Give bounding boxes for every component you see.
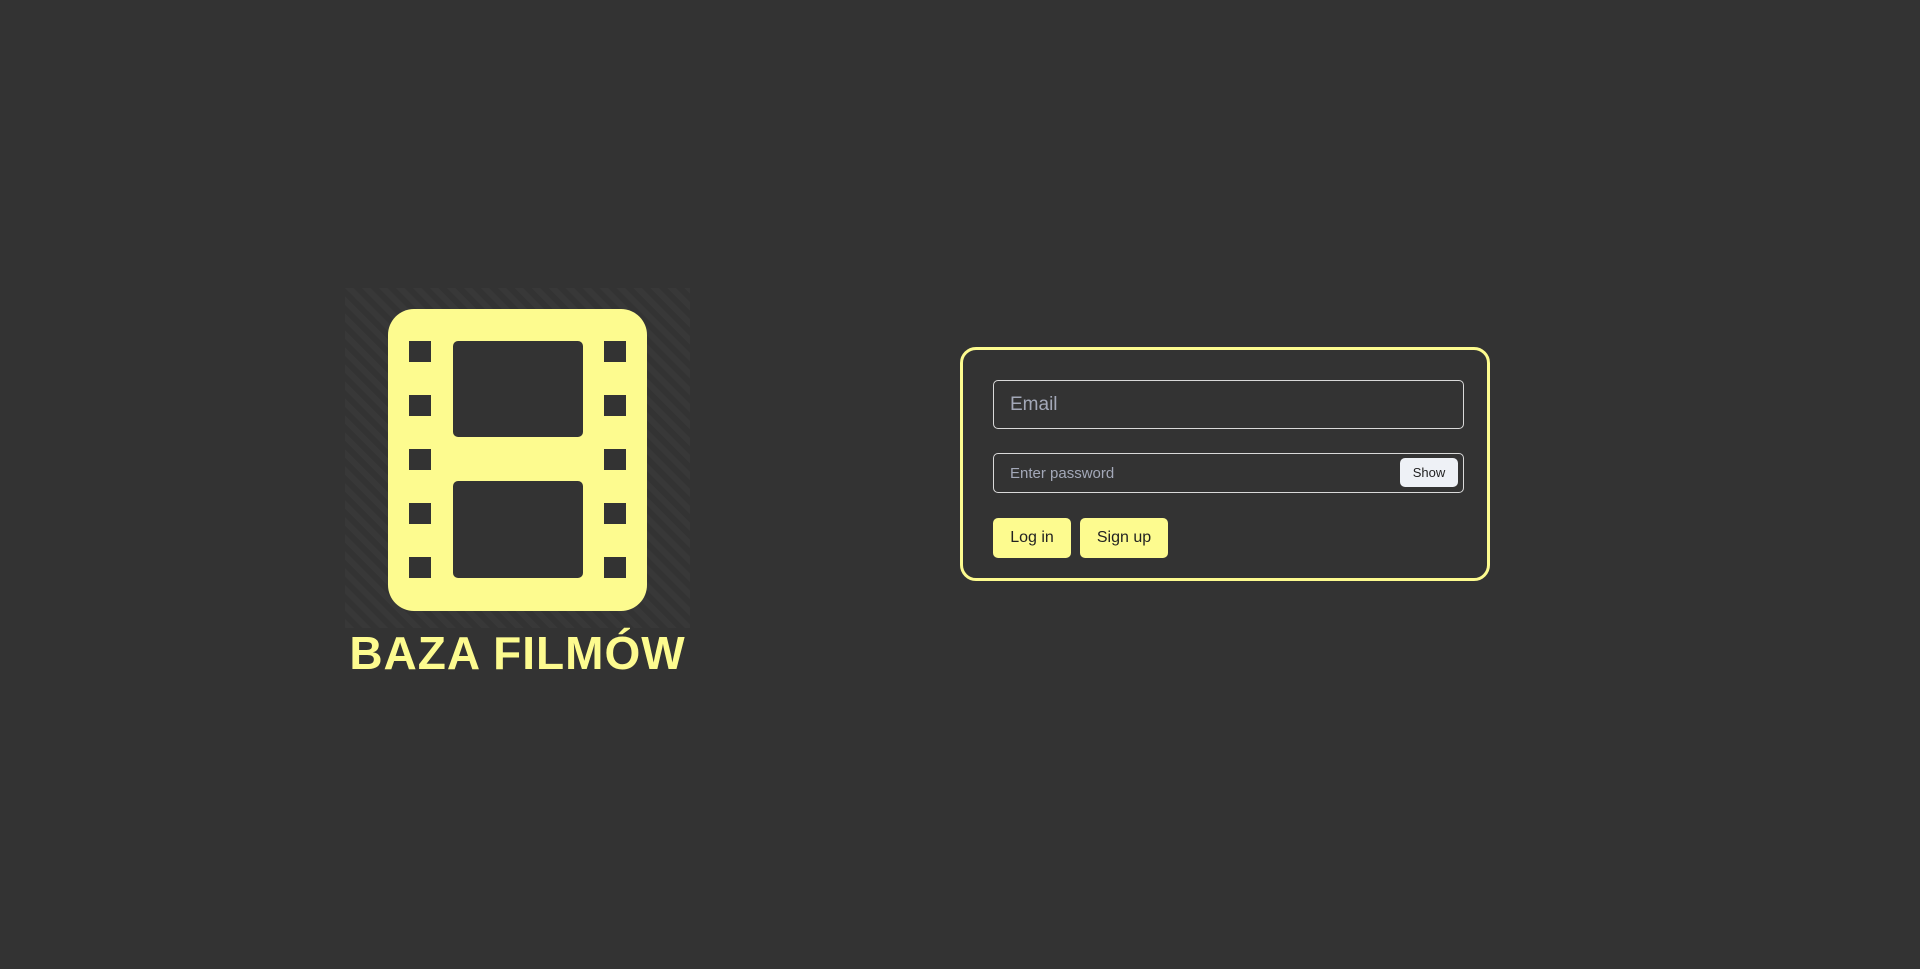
email-field[interactable] <box>993 380 1464 429</box>
login-button[interactable]: Log in <box>993 518 1071 558</box>
login-form: Show Log in Sign up <box>960 347 1490 581</box>
show-password-button[interactable]: Show <box>1400 458 1458 487</box>
film-strip-icon <box>345 288 690 628</box>
login-page: BAZA FILMÓW Show Log in Sign up <box>0 0 1920 969</box>
app-logo: BAZA FILMÓW <box>345 288 690 688</box>
password-field[interactable] <box>994 454 1374 492</box>
logo-title: BAZA FILMÓW <box>349 627 686 679</box>
password-group: Show <box>993 453 1464 493</box>
signup-button[interactable]: Sign up <box>1080 518 1168 558</box>
